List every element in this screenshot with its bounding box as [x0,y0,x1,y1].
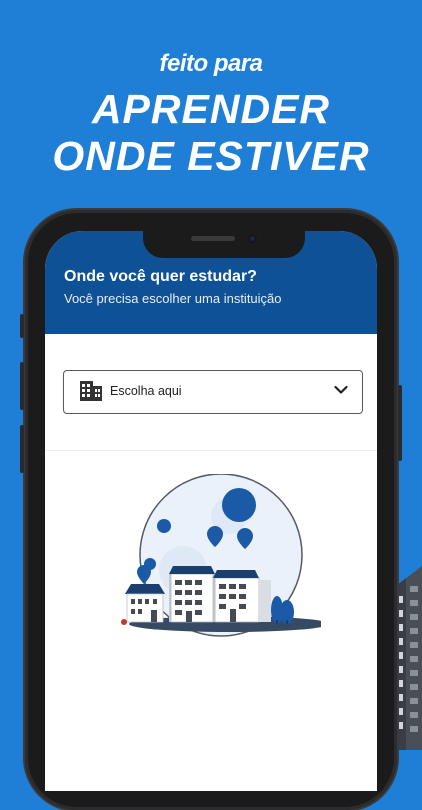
page-subtitle: Você precisa escolher uma instituição [64,291,282,306]
decorative-building-illustration [396,566,422,750]
promo-headline-line2: ONDE ESTIVER [52,133,370,179]
phone-volume-down [20,425,24,473]
city-location-illustration [121,474,321,637]
phone-mute-switch [20,314,24,338]
phone-volume-up [20,362,24,410]
institution-select-value: Escolha aqui [110,384,182,398]
chevron-down-icon [334,385,348,394]
building-icon [80,381,102,401]
page-title: Onde você quer estudar? [64,268,257,285]
promo-headline-line1: APRENDER [91,86,331,132]
phone-front-camera [248,234,257,243]
phone-power-button [398,385,402,461]
section-divider [45,450,377,451]
phone-screen: Onde você quer estudar? Você precisa esc… [45,231,377,791]
promo-tagline: feito para [159,50,263,77]
institution-select[interactable]: Escolha aqui [63,370,363,414]
phone-speaker [191,236,235,241]
